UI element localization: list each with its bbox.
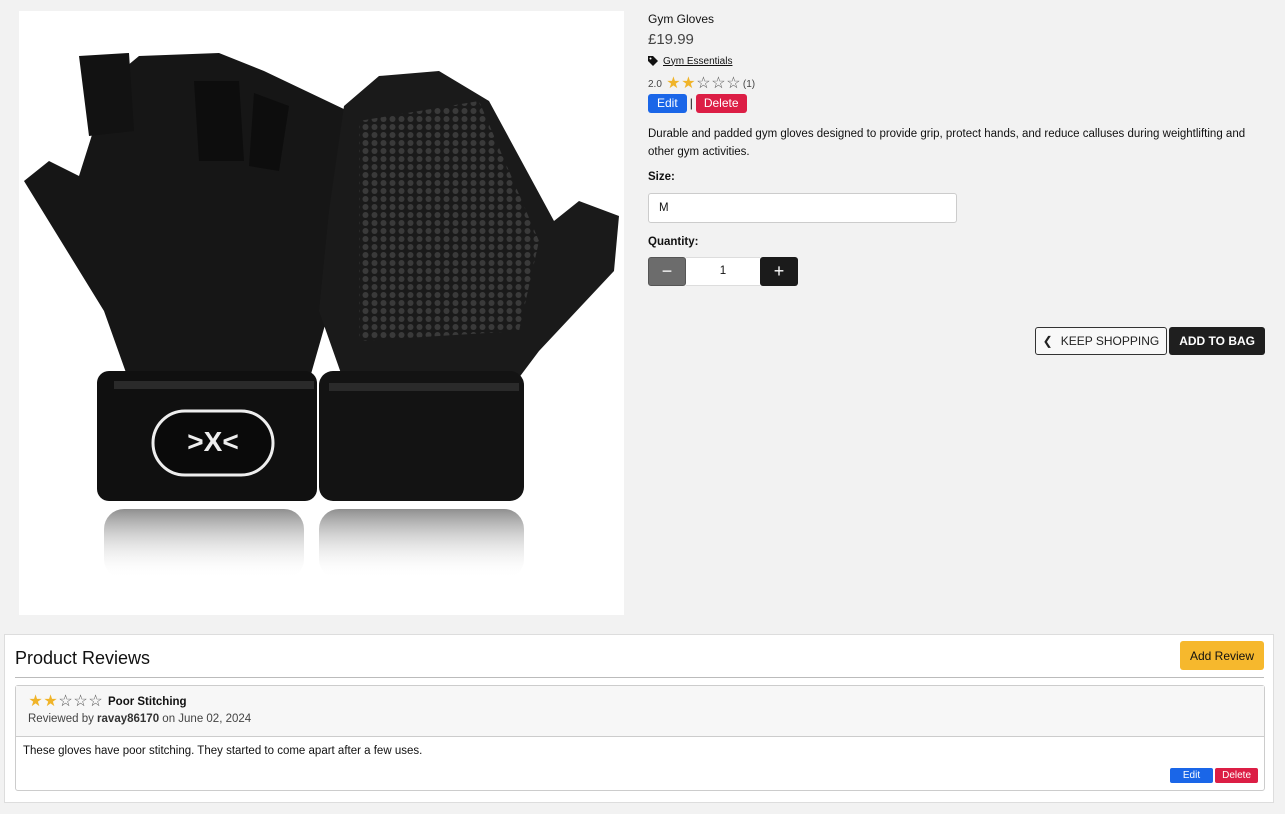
star-empty-icon: ☆ (711, 75, 726, 92)
star-empty-icon: ☆ (73, 693, 88, 710)
rating-stars: ★ ★ ☆ ☆ ☆ (666, 76, 741, 92)
product-description: Durable and padded gym gloves designed t… (648, 128, 1246, 158)
chevron-left-icon: ❮ (1042, 334, 1053, 348)
edit-product-button[interactable]: Edit (648, 93, 687, 113)
product-name: Gym Gloves (648, 12, 715, 26)
review-card: ★ ★ ☆ ☆ ☆ Poor Stitching Reviewed by ravay86… (15, 685, 1265, 791)
keep-shopping-button[interactable]: ❮ KEEP SHOPPING (1034, 327, 1168, 355)
keep-shopping-label: KEEP SHOPPING (1060, 334, 1160, 348)
rating-row: 2.0 ★ ★ ☆ ☆ ☆ (1) (648, 76, 1265, 92)
reviewed-by-prefix: Reviewed by (28, 713, 94, 725)
quantity-input[interactable]: 1 (686, 256, 760, 286)
size-select[interactable]: M (648, 193, 957, 223)
star-filled-icon: ★ (681, 75, 696, 92)
reviews-heading: Product Reviews (15, 648, 151, 668)
reviews-divider (15, 677, 1264, 678)
star-empty-icon: ☆ (88, 693, 103, 710)
star-filled-icon: ★ (28, 693, 43, 710)
star-filled-icon: ★ (43, 693, 58, 710)
star-empty-icon: ☆ (58, 693, 73, 710)
action-separator: | (689, 96, 693, 110)
edit-review-button[interactable]: Edit (1169, 768, 1214, 783)
review-header: ★ ★ ☆ ☆ ☆ Poor Stitching Reviewed by ravay86… (16, 686, 1264, 737)
review-title: Poor Stitching (108, 696, 187, 708)
review-date: on June 02, 2024 (162, 713, 252, 725)
star-empty-icon: ☆ (726, 75, 741, 92)
category-row: Gym Essentials (648, 54, 1265, 68)
product-details: Gym Gloves £19.99 Gym Essentials 2.0 ★ ★ ☆… (648, 12, 1265, 355)
purchase-actions: ❮ KEEP SHOPPING ADD TO BAG (1034, 327, 1265, 355)
quantity-label: Quantity: (648, 236, 699, 248)
delete-product-button[interactable]: Delete (695, 93, 747, 113)
size-label: Size: (648, 171, 675, 183)
quantity-stepper: − 1 + (648, 256, 1265, 286)
add-review-button[interactable]: Add Review (1179, 641, 1264, 670)
rating-value: 2.0 (648, 78, 662, 90)
delete-review-button[interactable]: Delete (1215, 768, 1258, 783)
tag-icon (648, 56, 658, 66)
add-to-bag-button[interactable]: ADD TO BAG (1169, 327, 1265, 355)
category-link[interactable]: Gym Essentials (663, 56, 732, 67)
review-author: ravay86170 (97, 713, 160, 725)
quantity-decrement-button[interactable]: − (648, 256, 686, 286)
product-actions: Edit | Delete (648, 93, 1265, 113)
quantity-increment-button[interactable]: + (760, 256, 798, 286)
rating-count: (1) (742, 78, 756, 90)
product-image: >X< (19, 11, 624, 615)
product-reviews-section: Product Reviews Add Review ★ ★ ☆ ☆ ☆ Poor St… (4, 634, 1274, 803)
review-actions: Edit Delete (1169, 768, 1258, 783)
review-body: These gloves have poor stitching. They s… (23, 745, 423, 757)
star-filled-icon: ★ (666, 75, 681, 92)
review-meta: Reviewed by ravay86170 on June 02, 2024 (28, 713, 1252, 725)
star-empty-icon: ☆ (696, 75, 711, 92)
review-rating-stars: ★ ★ ☆ ☆ ☆ (28, 694, 103, 710)
svg-text:>X<: >X< (187, 426, 238, 457)
size-value: M (659, 202, 669, 214)
product-price: £19.99 (648, 31, 694, 48)
gym-gloves-image: >X< (24, 53, 619, 579)
